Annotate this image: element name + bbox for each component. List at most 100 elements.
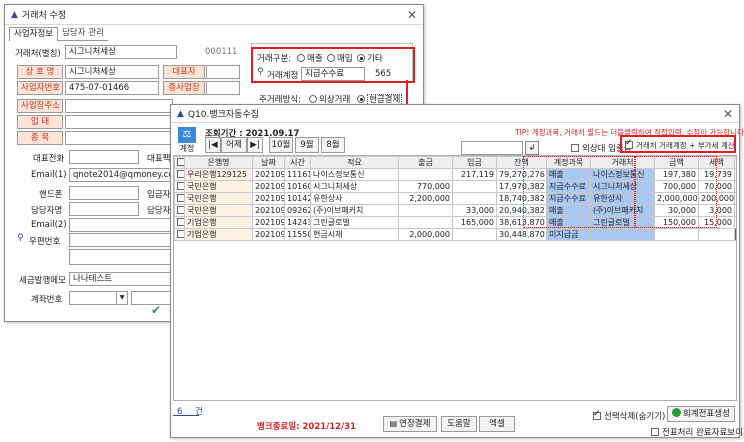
row-checkbox[interactable] [177, 182, 184, 190]
item-field[interactable] [65, 131, 173, 145]
col-date: 날짜 [252, 156, 285, 169]
subbiz-field[interactable] [206, 81, 240, 95]
name-field[interactable]: 시그니처세상 [65, 45, 177, 59]
rep-field[interactable] [206, 65, 240, 79]
amount-tax-highlight [635, 156, 717, 228]
row-checkbox[interactable] [177, 170, 184, 178]
yesterday-button[interactable]: 어제 [221, 137, 247, 153]
cell-bank: 국민은행 [184, 192, 253, 205]
excel-button[interactable]: 엑셀 [479, 416, 515, 432]
item-label: 종 목 [17, 131, 63, 145]
account-tool-label: 계정 [179, 144, 195, 153]
close-icon[interactable]: ✕ [723, 107, 733, 121]
cell-date: 20210917 [252, 192, 285, 205]
row-checkbox[interactable] [177, 206, 184, 214]
cell-accounting [734, 204, 736, 217]
cell-deposit: 165,000 [452, 216, 497, 229]
name-label: 거래처(별칭) [15, 49, 61, 59]
first-button[interactable]: |◀ [205, 137, 221, 153]
tab-business-info[interactable]: 사업자정보 [9, 27, 59, 41]
col-check[interactable] [174, 156, 185, 169]
cell-partner[interactable] [590, 228, 655, 241]
select-all-checkbox[interactable] [177, 158, 184, 166]
search-icon[interactable]: ⚲ [17, 233, 24, 243]
cell-memo: 그린글로벌 [310, 216, 399, 229]
bank-expiry: 뱅크종료일: 2021/12/31 [257, 422, 356, 432]
client-edit-title: 거래처 수정 [21, 11, 67, 21]
table-row[interactable]: 기업은행 20210917 115500 현금시재 2,000,000 30,4… [174, 228, 736, 241]
show-done-check[interactable]: 전표처리 완료자료보이기 [651, 426, 744, 438]
cell-date: 20210917 [252, 168, 285, 181]
month-sep-button[interactable]: 9월 [295, 137, 319, 153]
last-button[interactable]: ▶| [247, 137, 263, 153]
col-deposit: 입금 [452, 156, 497, 169]
subbiz-label: 종사업장 [163, 81, 205, 95]
cell-account[interactable]: 미지급금 [546, 228, 591, 241]
taxnote-field[interactable]: 나나테스트 [69, 272, 173, 286]
cell-bank: 기업은행 [184, 216, 253, 229]
email2-field[interactable] [69, 218, 173, 232]
document-icon: ▤ [389, 419, 398, 428]
zip-field[interactable] [69, 233, 173, 247]
radio-credit[interactable] [309, 95, 317, 103]
company-field[interactable]: 시그니처세상 [65, 65, 159, 79]
calc-checkbox[interactable] [625, 138, 633, 149]
tab-contact-manage[interactable]: 담당자 관리 [58, 27, 108, 41]
col-memo: 적요 [310, 156, 399, 169]
credit-checkbox[interactable] [571, 144, 579, 152]
row-checkbox[interactable] [177, 194, 184, 202]
contact-label: 담당자명 [31, 206, 63, 216]
app-triangle-icon: ▲ [177, 108, 184, 119]
extend-payment-label: 연장결제 [399, 419, 431, 429]
contact2-label: 입금자 [147, 190, 171, 200]
calc-check[interactable]: 거래처 거래계정 + 부가세 계산 [625, 138, 735, 151]
cell-time: 142432 [284, 216, 311, 229]
scale-icon: ⚖ [178, 127, 196, 143]
radio-cash[interactable] [357, 95, 365, 103]
row-check[interactable] [174, 180, 185, 193]
row-check[interactable] [174, 228, 185, 241]
row-checkbox[interactable] [177, 230, 184, 238]
email2-label: Email(2) [31, 220, 67, 230]
extend-payment-button[interactable]: ▤ 연장결제 [383, 416, 437, 432]
account-label: 계좌번호 [31, 295, 63, 305]
row-check[interactable] [174, 168, 185, 181]
cell-memo: 현금시재 [310, 228, 399, 241]
cell-date: 20210917 [252, 204, 285, 217]
show-done-checkbox[interactable] [651, 428, 659, 436]
cell-accounting[interactable] [734, 228, 736, 241]
mobile-field[interactable] [69, 186, 139, 200]
select-delete-checkbox[interactable] [593, 409, 601, 420]
help-button[interactable]: 도움말 [441, 416, 477, 432]
contact-field[interactable] [69, 202, 139, 216]
month-oct-button[interactable]: 10월 [269, 137, 293, 153]
row-check[interactable] [174, 204, 185, 217]
close-icon[interactable]: ✕ [407, 8, 417, 22]
rep-phone-label: 대표전화 [33, 154, 65, 164]
cell-accounting [734, 168, 736, 181]
tab-bar: 사업자정보 담당자 관리 [9, 27, 108, 41]
biztype-field[interactable] [65, 115, 173, 129]
cell-date: 20210917 [252, 180, 285, 193]
address-detail-field[interactable] [69, 249, 173, 265]
row-check[interactable] [174, 192, 185, 205]
bank-select-arrow[interactable]: ▼ [116, 291, 128, 305]
cell-withdraw [398, 216, 453, 229]
address-field[interactable] [65, 99, 173, 113]
filter-input[interactable] [461, 141, 523, 155]
month-aug-button[interactable]: 8월 [321, 137, 345, 153]
rep-phone-field[interactable] [69, 150, 139, 164]
biztype-label: 업 태 [17, 115, 63, 129]
select-delete-check[interactable]: 선택삭제(숨기기) [593, 409, 665, 422]
save-check-icon[interactable]: ✔ [151, 303, 161, 317]
email1-field[interactable]: qnote2014@qmoney.co.kr [69, 168, 173, 182]
rep-label: 대표자 [163, 65, 205, 79]
account-tool-button[interactable]: ⚖ 계정 [177, 127, 197, 155]
row-count-underline [173, 415, 199, 416]
mobile-label: 핸드폰 [39, 190, 63, 200]
create-voucher-button[interactable]: 회계전표생성 [667, 406, 735, 422]
filter-search-icon[interactable]: ↲ [525, 141, 539, 155]
row-checkbox[interactable] [177, 218, 184, 226]
row-check[interactable] [174, 216, 185, 229]
bizno-field[interactable]: 475-07-01466 [65, 81, 159, 95]
